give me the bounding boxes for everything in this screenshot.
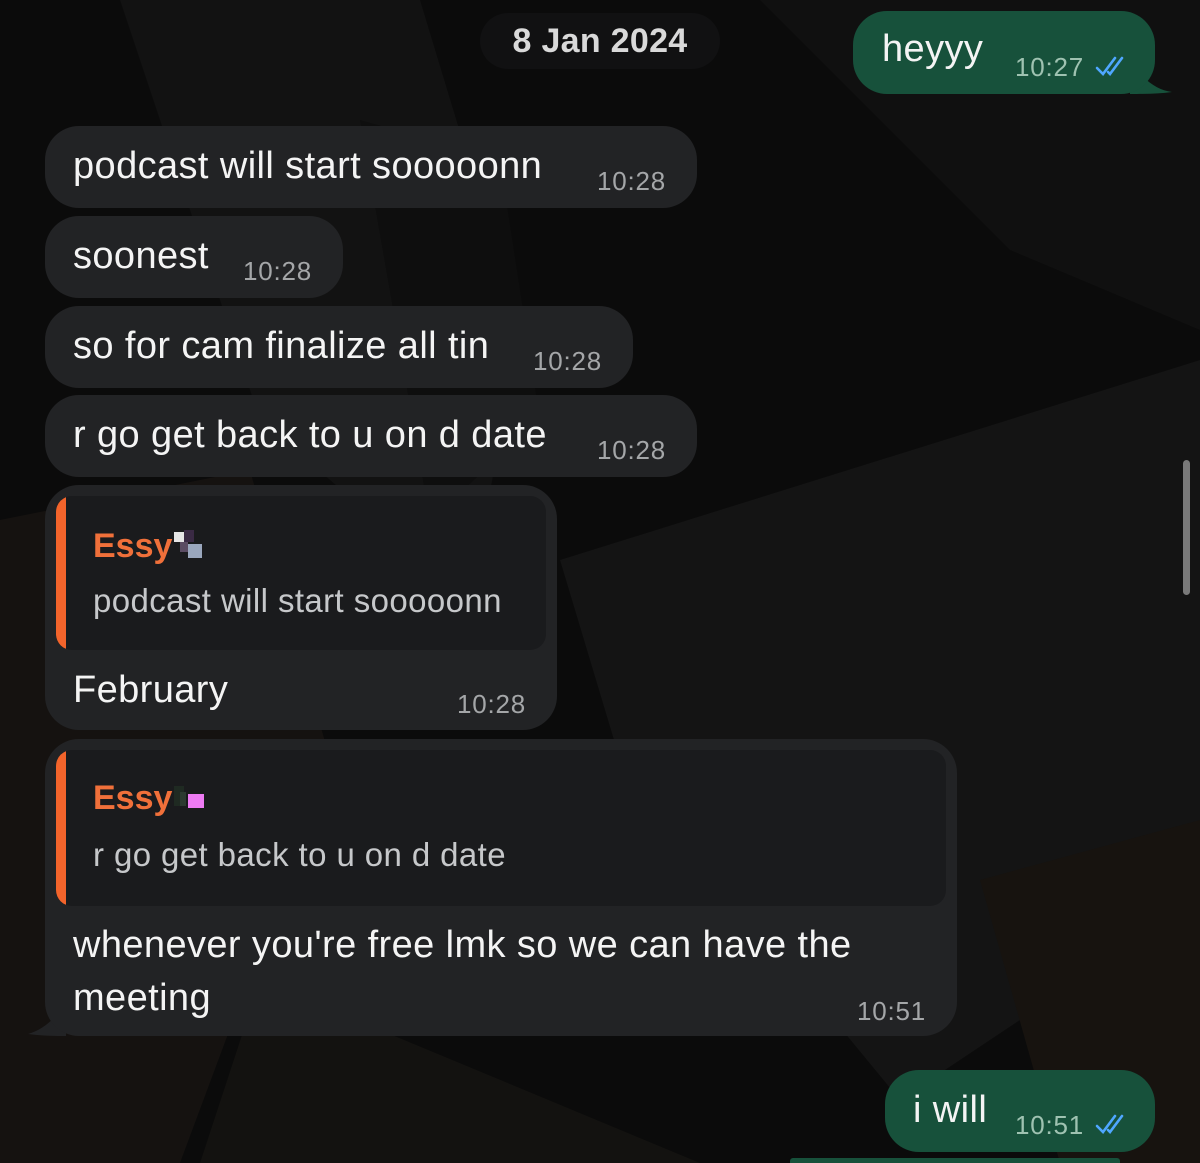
message-bubble-incoming[interactable]: podcast will start sooooonn 10:28 <box>45 126 697 208</box>
message-bubble-outgoing[interactable]: i will 10:51 <box>885 1070 1155 1152</box>
quote-text: podcast will start sooooonn <box>93 582 502 619</box>
double-check-icon <box>1095 56 1124 76</box>
message-text: so for cam finalize all tin <box>73 325 490 367</box>
message-bubble-reply[interactable]: Essy podcast will start sooooonn Februar… <box>45 485 557 730</box>
quote-accent-bar <box>56 750 66 906</box>
message-text: r go get back to u on d date <box>73 414 547 456</box>
quote-accent-bar <box>56 496 66 650</box>
sticker-emoji-icon <box>174 786 204 808</box>
quoted-message[interactable]: Essy r go get back to u on d date <box>56 750 946 906</box>
quote-author: Essy <box>93 779 173 817</box>
message-bubble-incoming[interactable]: soonest 10:28 <box>45 216 343 298</box>
message-time: 10:28 <box>457 689 527 719</box>
message-text-line-2: meeting <box>73 977 211 1019</box>
message-text: i will <box>913 1089 988 1131</box>
date-separator: 8 Jan 2024 <box>480 13 720 69</box>
message-bubble-incoming[interactable]: r go get back to u on d date 10:28 <box>45 395 697 477</box>
scrollbar-thumb[interactable] <box>1183 460 1190 595</box>
quote-author: Essy <box>93 527 173 565</box>
message-text: podcast will start sooooonn <box>73 145 543 187</box>
message-time: 10:51 <box>857 996 927 1026</box>
message-bubble-incoming[interactable]: so for cam finalize all tin 10:28 <box>45 306 633 388</box>
message-text-line-1: whenever you're free lmk so we can have … <box>73 924 852 966</box>
double-check-icon <box>1095 1114 1124 1134</box>
message-time: 10:27 <box>1015 52 1085 82</box>
message-text: February <box>73 669 229 711</box>
message-bubble-outgoing[interactable]: heyyy 10:27 <box>853 11 1155 94</box>
quote-text: r go get back to u on d date <box>93 836 506 873</box>
message-text: soonest <box>73 235 209 277</box>
message-time: 10:28 <box>597 166 667 196</box>
message-time: 10:28 <box>597 435 667 465</box>
quoted-message[interactable]: Essy podcast will start sooooonn <box>56 496 546 650</box>
message-time: 10:51 <box>1015 1110 1085 1140</box>
chat-area[interactable]: 8 Jan 2024 heyyy 10:27 podcast will star… <box>0 0 1200 1163</box>
message-time: 10:28 <box>533 346 603 376</box>
next-message-edge <box>790 1158 1120 1163</box>
message-bubble-reply[interactable]: Essy r go get back to u on d date whenev… <box>45 739 957 1036</box>
message-time: 10:28 <box>243 256 313 286</box>
sticker-emoji-icon <box>174 530 202 558</box>
message-text: heyyy <box>882 28 984 70</box>
